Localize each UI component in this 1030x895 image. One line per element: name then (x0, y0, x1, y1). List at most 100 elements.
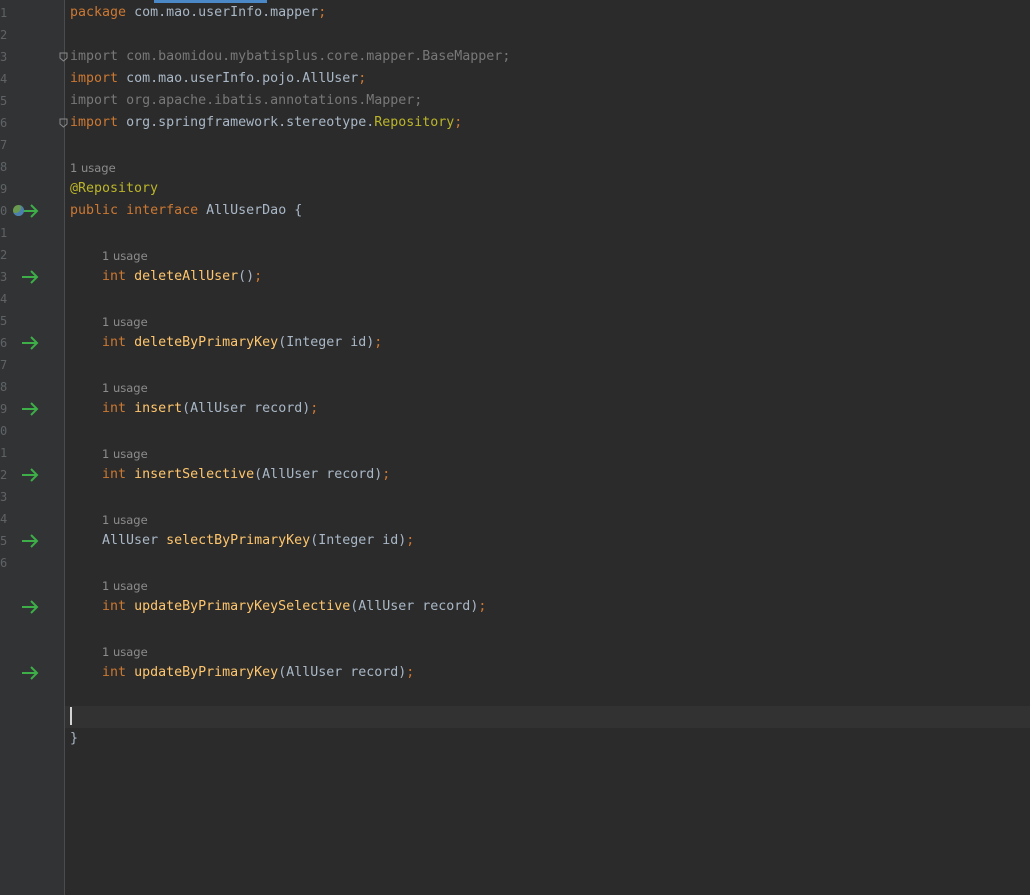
line-number: 1 (0, 226, 8, 240)
code-token: com.mao.userInfo.mapper (134, 5, 319, 20)
implementation-arrow-icon[interactable] (20, 599, 40, 615)
code-token: insertSelective (134, 467, 255, 482)
code-token: ; (318, 5, 327, 20)
code-line-method[interactable]: int insertSelective(AllUser record); (65, 464, 1030, 486)
gutter: 1 2 3 4 5 6 7 8 9 0 1 2 3 4 5 6 7 8 9 0 1 2 3 4 5 6 (0, 0, 65, 895)
code-line-text: AllUser selectByPrimaryKey(Integer id); (70, 530, 414, 552)
code-token: insert (134, 401, 183, 416)
usage-hint[interactable]: 1 usage (70, 156, 116, 178)
usage-hint[interactable]: 1 usage (102, 442, 148, 464)
code-token: import (70, 115, 119, 130)
line-number: 2 (0, 468, 8, 482)
code-token: AllUserDao (206, 203, 287, 218)
line-number: 5 (0, 314, 8, 328)
line-number: 4 (0, 72, 8, 86)
code-token: ; (374, 335, 383, 350)
code-token: deleteByPrimaryKey (134, 335, 279, 350)
code-line-annotation[interactable]: @Repository (65, 178, 1030, 200)
line-number: 3 (0, 490, 8, 504)
code-token: ; (454, 115, 463, 130)
code-token: int (102, 665, 127, 680)
usage-hint[interactable]: 1 usage (102, 574, 148, 596)
code-token: } (70, 731, 79, 746)
code-token: int (102, 335, 127, 350)
code-line-text: int updateByPrimaryKeySelective(AllUser … (70, 596, 486, 618)
code-token: int (102, 269, 127, 284)
line-number: 5 (0, 94, 8, 108)
line-number: 8 (0, 160, 8, 174)
fold-marker-icon[interactable] (59, 52, 68, 62)
code-token: (AllUser record) (350, 599, 479, 614)
code-token: ; (406, 665, 415, 680)
code-token: { (294, 203, 303, 218)
usage-hint[interactable]: 1 usage (102, 310, 148, 332)
code-token: import (70, 71, 119, 86)
text-caret (70, 707, 72, 725)
line-number: 1 (0, 446, 8, 460)
code-line-method[interactable]: int deleteByPrimaryKey(Integer id); (65, 332, 1030, 354)
line-number: 6 (0, 336, 8, 350)
code-token: import (70, 93, 119, 108)
code-line-method[interactable]: int insert(AllUser record); (65, 398, 1030, 420)
code-line-method[interactable]: int updateByPrimaryKey(AllUser record); (65, 662, 1030, 684)
code-token: interface (126, 203, 199, 218)
usage-hint[interactable]: 1 usage (102, 508, 148, 530)
code-line-method[interactable]: int deleteAllUser(); (65, 266, 1030, 288)
code-token: updateByPrimaryKey (134, 665, 279, 680)
code-line-text: int insert(AllUser record); (70, 398, 318, 420)
usage-hint[interactable]: 1 usage (102, 640, 148, 662)
code-line-text: import org.springframework.stereotype.Re… (70, 112, 462, 134)
code-line-method[interactable]: int updateByPrimaryKeySelective(AllUser … (65, 596, 1030, 618)
code-token: (Integer id) (278, 335, 375, 350)
implementation-arrow-icon[interactable] (20, 665, 40, 681)
code-line-import[interactable]: import com.mao.userInfo.pojo.AllUser; (65, 68, 1030, 90)
line-number: 4 (0, 292, 8, 306)
code-token: ; (382, 467, 391, 482)
code-token: int (102, 599, 127, 614)
spring-bean-icon[interactable] (13, 205, 24, 216)
usage-hint[interactable]: 1 usage (102, 244, 148, 266)
line-number: 6 (0, 116, 8, 130)
line-number: 7 (0, 138, 8, 152)
code-line-current[interactable] (65, 706, 1030, 728)
code-token: (AllUser record) (254, 467, 383, 482)
code-area[interactable]: package com.mao.userInfo.mapper; import c… (65, 0, 1030, 895)
code-token: org.apache.ibatis.annotations.Mapper (126, 93, 415, 108)
implementation-arrow-icon[interactable] (20, 533, 40, 549)
code-token: Repository (374, 115, 455, 130)
code-line-method[interactable]: AllUser selectByPrimaryKey(Integer id); (65, 530, 1030, 552)
code-line-close[interactable]: } (65, 728, 1030, 750)
code-line-text: import com.mao.userInfo.pojo.AllUser; (70, 68, 366, 90)
code-editor[interactable]: 1 2 3 4 5 6 7 8 9 0 1 2 3 4 5 6 7 8 9 0 1 2 3 4 5 6 package com.m… (0, 0, 1030, 895)
code-line-package[interactable]: package com.mao.userInfo.mapper; (65, 2, 1030, 24)
code-line-import[interactable]: import org.apache.ibatis.annotations.Map… (65, 90, 1030, 112)
code-token: deleteAllUser (134, 269, 239, 284)
code-line-text: int deleteAllUser(); (70, 266, 262, 288)
line-number: 9 (0, 402, 8, 416)
implementation-arrow-icon[interactable] (20, 401, 40, 417)
line-number: 3 (0, 50, 8, 64)
code-line-text: @Repository (70, 178, 158, 200)
code-line-text: int deleteByPrimaryKey(Integer id); (70, 332, 382, 354)
code-line-text: } (70, 728, 78, 750)
code-token: com.mao.userInfo.pojo. (126, 71, 303, 86)
code-token: import (70, 49, 119, 64)
code-line-text: public interface AllUserDao { (70, 200, 302, 222)
code-line-interface-decl[interactable]: public interface AllUserDao { (65, 200, 1030, 222)
usage-hint[interactable]: 1 usage (102, 376, 148, 398)
code-line-import[interactable]: import org.springframework.stereotype.Re… (65, 112, 1030, 134)
implementation-arrow-icon[interactable] (20, 467, 40, 483)
fold-marker-icon[interactable] (59, 118, 68, 128)
implementation-arrow-icon[interactable] (20, 335, 40, 351)
line-number: 8 (0, 380, 8, 394)
code-token: ; (414, 93, 423, 108)
code-line-text: package com.mao.userInfo.mapper; (70, 2, 326, 24)
line-number: 6 (0, 556, 8, 570)
line-number: 3 (0, 270, 8, 284)
code-line-text: int insertSelective(AllUser record); (70, 464, 390, 486)
code-line-import[interactable]: import com.baomidou.mybatisplus.core.map… (65, 46, 1030, 68)
implementation-arrow-icon[interactable] (20, 269, 40, 285)
line-number: 2 (0, 248, 8, 262)
line-number: 0 (0, 424, 8, 438)
code-token: () (238, 269, 255, 284)
